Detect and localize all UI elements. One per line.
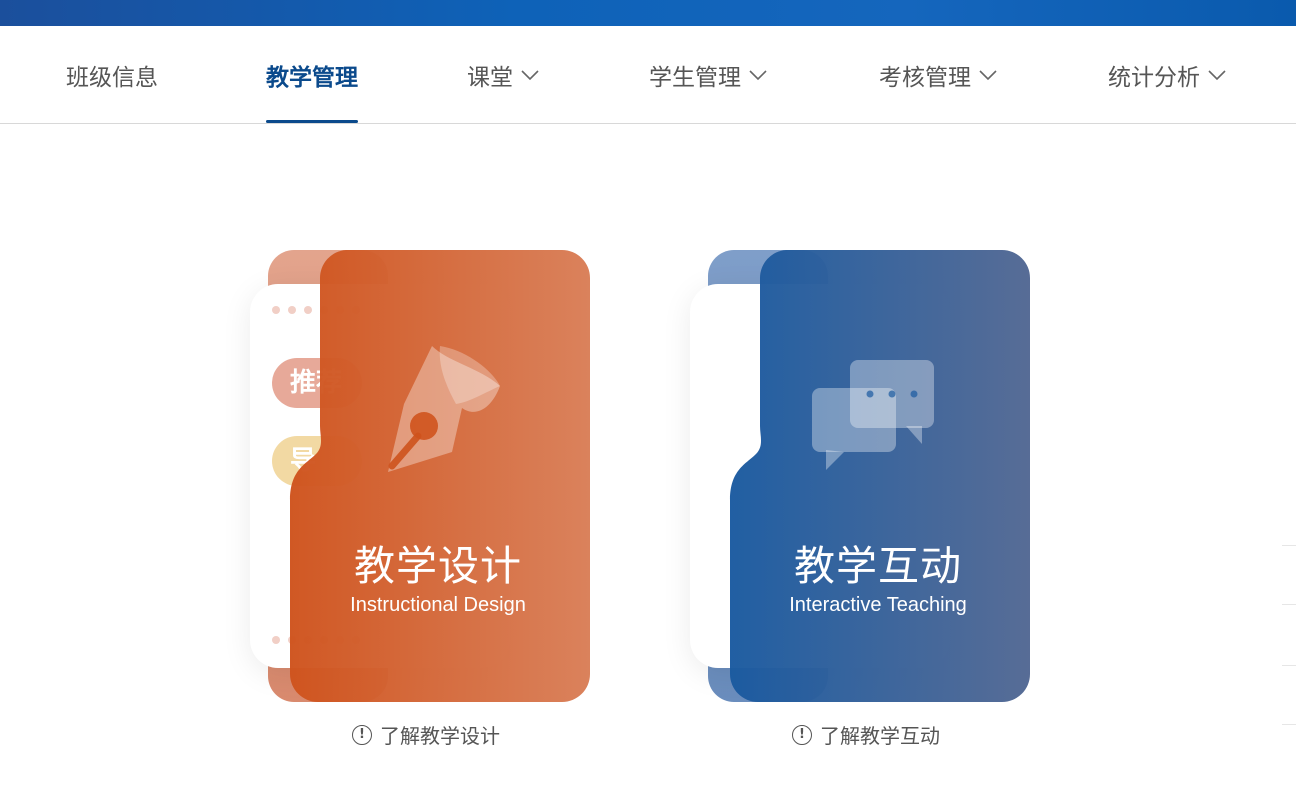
- card-title: 教学设计: [354, 542, 522, 590]
- floating-side-button[interactable]: [1282, 665, 1296, 725]
- info-icon: !: [792, 724, 812, 745]
- main-nav: 班级信息 教学管理 课堂 学生管理 考核管理 统计分析: [0, 26, 1296, 124]
- learn-more-label: 了解教学设计: [380, 724, 500, 748]
- nav-item-label: 学生管理: [649, 64, 741, 91]
- floating-side-button[interactable]: [1282, 545, 1296, 605]
- chevron-down-icon: [1208, 69, 1226, 80]
- chat-bubbles-icon: [812, 360, 934, 470]
- pen-nib-icon: [388, 346, 500, 472]
- interactive-teaching-card[interactable]: 教学互动 Interactive Teaching: [690, 250, 1030, 702]
- header-band: [0, 0, 1296, 26]
- nav-item-assessment-management[interactable]: 考核管理: [879, 26, 997, 123]
- nav-item-classroom[interactable]: 课堂: [467, 26, 539, 123]
- card-subtitle: Instructional Design: [350, 594, 526, 616]
- nav-item-label: 课堂: [467, 64, 513, 91]
- learn-instructional-design-link[interactable]: ! 了解教学设计: [352, 720, 500, 749]
- chevron-down-icon: [521, 69, 539, 80]
- chevron-down-icon: [979, 69, 997, 80]
- nav-item-statistics[interactable]: 统计分析: [1108, 26, 1226, 123]
- learn-interactive-teaching-link[interactable]: ! 了解教学互动: [792, 720, 940, 749]
- instructional-design-card[interactable]: 推荐 导 教学设计 Instructional Design: [250, 250, 590, 702]
- card-subtitle: Interactive Teaching: [789, 594, 967, 616]
- nav-item-label: 教学管理: [266, 64, 358, 91]
- nav-item-label: 统计分析: [1108, 64, 1200, 91]
- card-title: 教学互动: [794, 542, 962, 590]
- card-front-panel: [290, 250, 590, 702]
- info-icon: !: [352, 724, 372, 745]
- chevron-down-icon: [749, 69, 767, 80]
- nav-item-teaching-management[interactable]: 教学管理: [266, 26, 358, 123]
- nav-item-label: 考核管理: [879, 64, 971, 91]
- nav-item-student-management[interactable]: 学生管理: [649, 26, 767, 123]
- nav-item-label: 班级信息: [66, 64, 158, 91]
- learn-more-label: 了解教学互动: [820, 724, 940, 748]
- card-front-panel: [730, 250, 1030, 702]
- nav-item-class-info[interactable]: 班级信息: [66, 26, 158, 123]
